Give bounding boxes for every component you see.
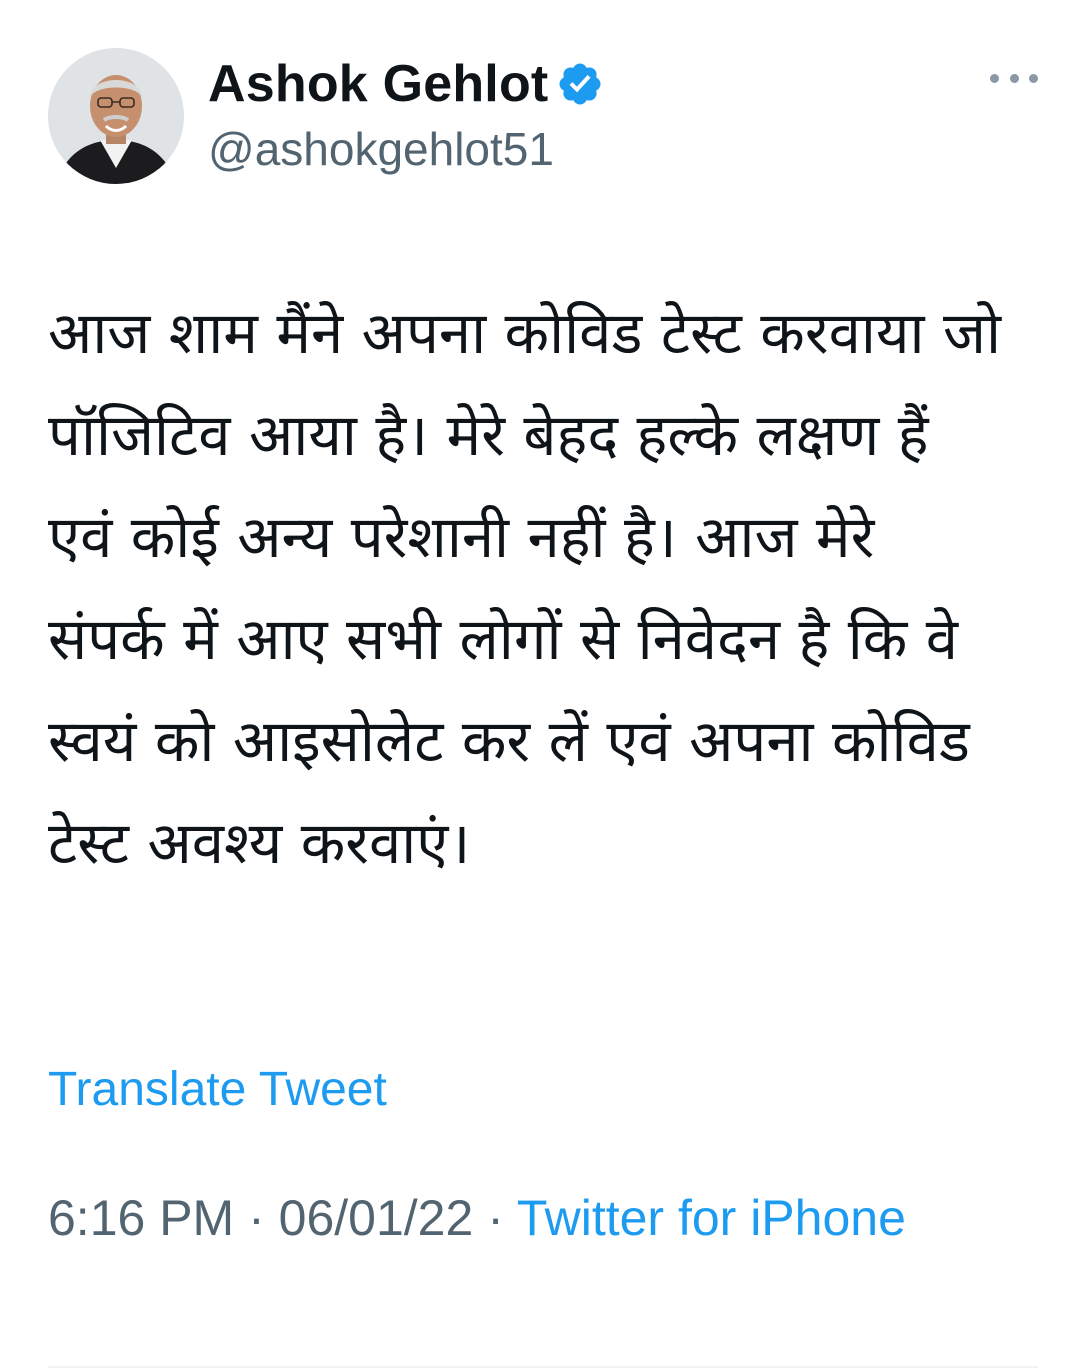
verified-badge-icon <box>556 60 604 108</box>
tweet-detail: Ashok Gehlot @ashokgehlot51 आज शाम मैंने… <box>0 0 1080 1371</box>
translate-tweet-link[interactable]: Translate Tweet <box>48 1062 387 1117</box>
divider <box>48 1366 1038 1368</box>
avatar[interactable] <box>48 48 184 184</box>
author-name-row: Ashok Gehlot <box>208 52 604 116</box>
tweet-metadata: 6:16 PM · 06/01/22 · Twitter for iPhone <box>48 1178 968 1258</box>
author-display-name[interactable]: Ashok Gehlot <box>208 54 548 114</box>
more-horizontal-icon[interactable] <box>990 66 1038 90</box>
tweet-time[interactable]: 6:16 PM <box>48 1190 234 1246</box>
meta-separator: · <box>473 1190 517 1246</box>
more-dot <box>1029 73 1038 83</box>
tweet-header: Ashok Gehlot @ashokgehlot51 <box>48 48 1038 188</box>
tweet-text: आज शाम मैंने अपना कोविड टेस्ट करवाया जो … <box>48 299 1020 877</box>
author-handle[interactable]: @ashokgehlot51 <box>208 122 604 176</box>
avatar-photo <box>48 48 184 184</box>
more-dot <box>1009 73 1019 83</box>
tweet-source-link[interactable]: Twitter for iPhone <box>517 1190 906 1246</box>
author-info: Ashok Gehlot @ashokgehlot51 <box>208 52 604 176</box>
more-dot <box>990 73 999 83</box>
meta-separator: · <box>234 1190 279 1246</box>
tweet-date[interactable]: 06/01/22 <box>279 1190 474 1246</box>
